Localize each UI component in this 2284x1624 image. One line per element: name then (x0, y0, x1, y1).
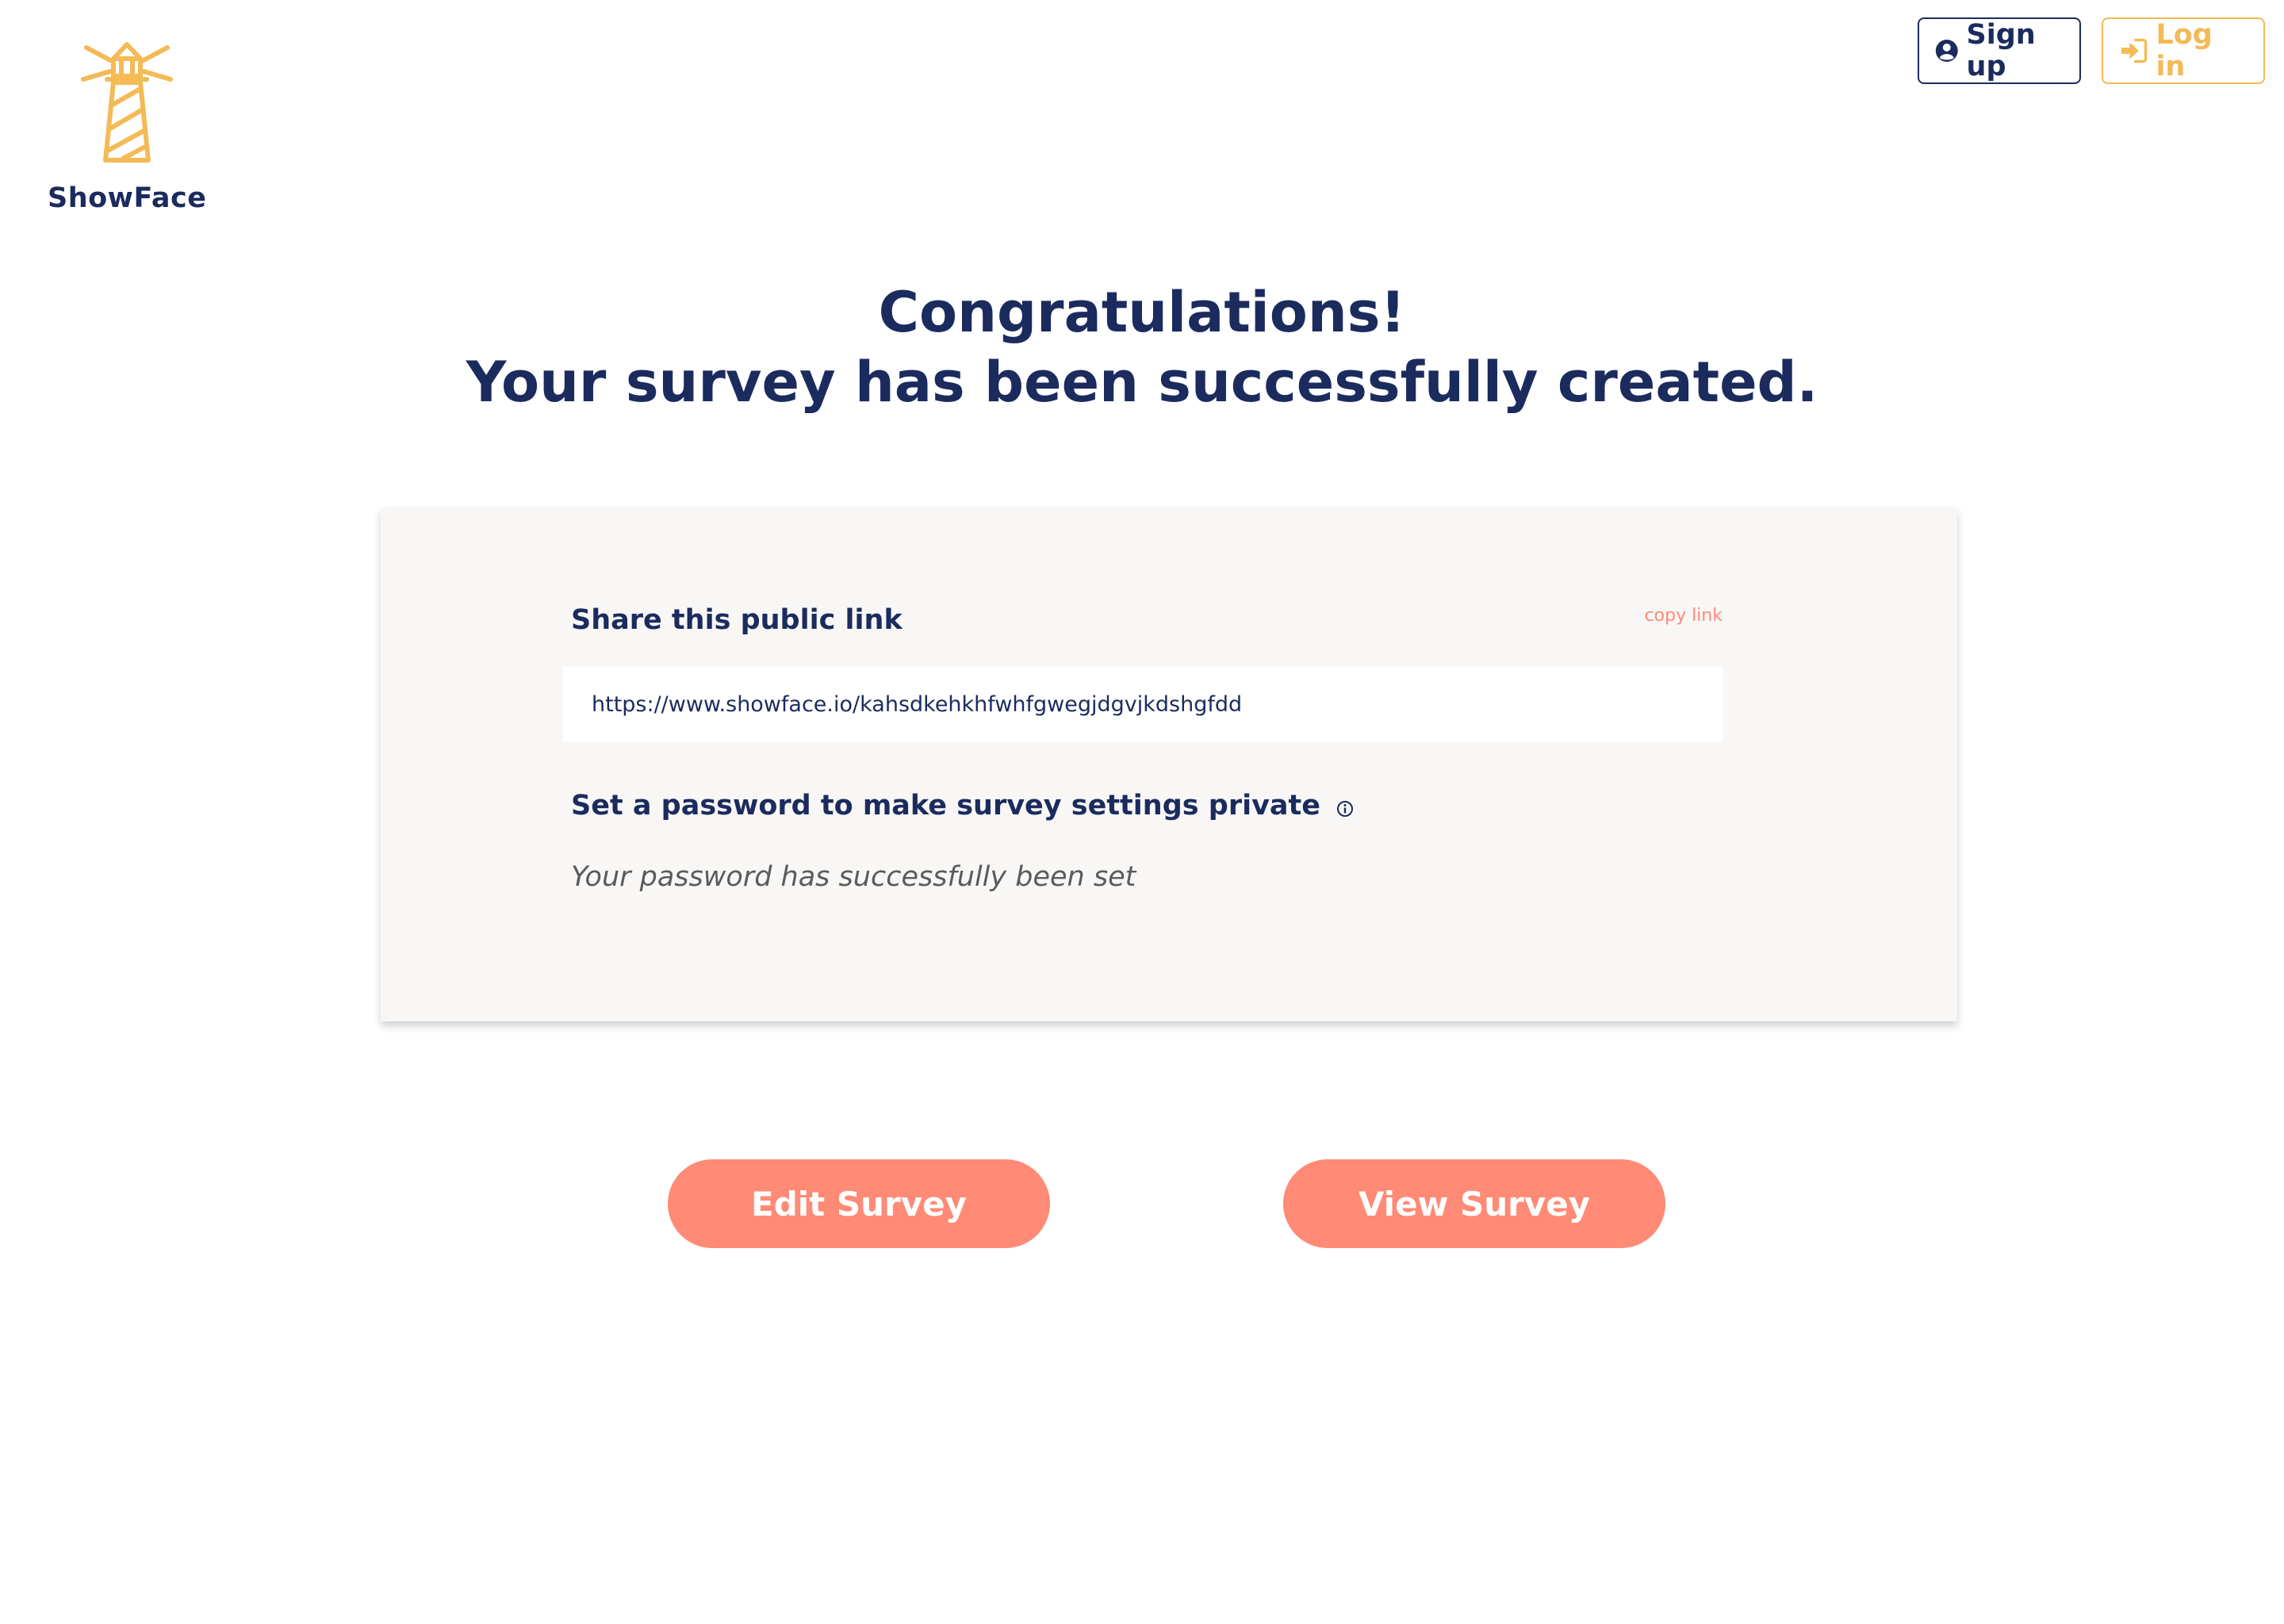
top-nav: Sign up Log in (1918, 17, 2265, 84)
password-status: Your password has successfully been set (571, 861, 1136, 893)
copy-link-button[interactable]: copy link (1645, 606, 1723, 626)
password-label: Set a password to make survey settings p… (571, 790, 1354, 822)
password-label-text: Set a password to make survey settings p… (571, 790, 1320, 822)
signup-label: Sign up (1966, 19, 2036, 82)
signup-button[interactable]: Sign up (1918, 17, 2081, 84)
brand-name: ShowFace (48, 182, 207, 214)
headline-line-2: Your survey has been successfully create… (466, 350, 1818, 415)
login-label: Log in (2156, 19, 2213, 82)
headline-line-1: Congratulations! (878, 280, 1406, 345)
view-survey-button[interactable]: View Survey (1283, 1159, 1665, 1248)
sign-in-icon (2121, 38, 2148, 63)
share-card: Share this public link copy link Set a p… (381, 508, 1957, 1021)
page-headline: Congratulations! Your survey has been su… (0, 278, 2284, 417)
share-link-label: Share this public link (571, 604, 902, 636)
edit-survey-button[interactable]: Edit Survey (668, 1159, 1050, 1248)
lighthouse-icon (81, 42, 173, 163)
brand-logo[interactable]: ShowFace (48, 32, 206, 214)
public-link-field[interactable] (563, 666, 1723, 742)
user-circle-icon (1935, 40, 1958, 62)
info-icon[interactable] (1336, 800, 1354, 818)
login-button[interactable]: Log in (2102, 17, 2265, 84)
